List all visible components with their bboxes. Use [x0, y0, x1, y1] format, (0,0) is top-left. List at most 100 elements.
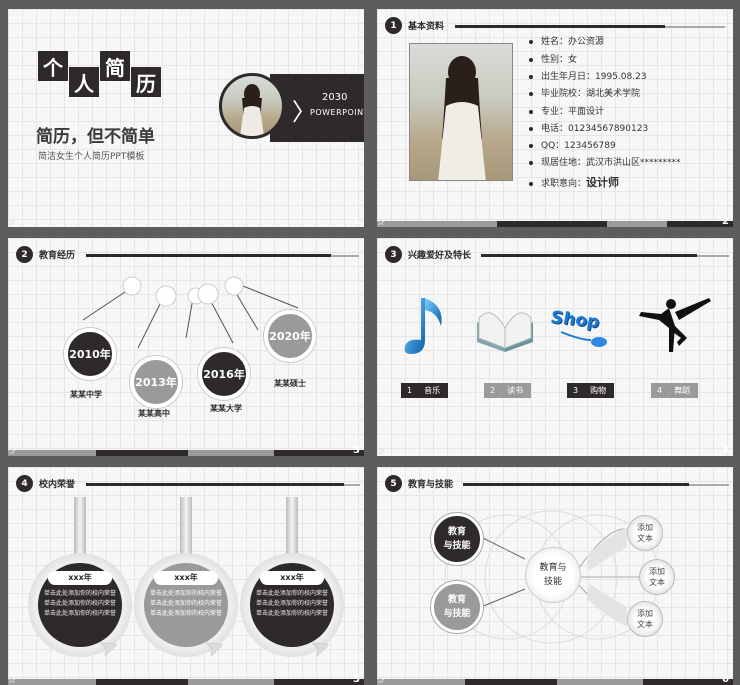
section-number: 1 — [385, 17, 402, 34]
award-text: 单击此处添加你的校内荣誉单击此处添加你的校内荣誉单击此处添加你的校内荣誉 — [256, 590, 329, 617]
title-char-2: 人 — [69, 67, 99, 97]
girl-photo-icon — [240, 84, 264, 136]
slide-number: 2 — [722, 216, 729, 227]
profile-photo — [409, 43, 513, 181]
slide-thumbnail-1[interactable]: 个 人 简 历 简历，但不简单 简洁女生个人简历PPT模板 〉 2030 POW… — [8, 9, 364, 227]
info-job: 求职意向：设计师 — [529, 174, 619, 190]
star-icon[interactable]: ✰ — [8, 676, 16, 685]
star-icon[interactable]: ✰ — [377, 676, 385, 685]
thumb-footer-5: ✰ 5 — [8, 669, 364, 685]
slide-number: 1 — [353, 216, 360, 227]
slide-number: 5 — [353, 674, 360, 685]
star-icon[interactable]: ✰ — [8, 447, 16, 457]
star-icon[interactable]: ✰ — [8, 218, 16, 228]
music-note-icon — [404, 298, 442, 354]
bullet-icon — [529, 181, 533, 186]
hobby-dance-label: 4 舞蹈 — [651, 383, 698, 398]
year-pill: xxx年 — [260, 571, 324, 585]
thumb-footer-4: ✰ 4 — [377, 440, 733, 462]
subtitle: 简历，但不简单 — [36, 127, 155, 147]
school-label: 某某中学 — [70, 390, 102, 399]
info-major: 专业：平面设计 — [529, 104, 604, 117]
bullet-icon — [529, 57, 533, 62]
section-number: 3 — [385, 246, 402, 263]
section-number: 4 — [16, 475, 33, 492]
award-card-2: xxx年 单击此处添加你的校内荣誉单击此处添加你的校内荣誉单击此处添加你的校内荣… — [134, 497, 238, 677]
year-pill: xxx年 — [154, 571, 218, 585]
star-icon[interactable]: ✰ — [377, 218, 385, 228]
hobby-shopping-label: 3 购物 — [567, 383, 614, 398]
title-char-1: 个 — [38, 51, 68, 81]
slide-number: 4 — [722, 445, 729, 456]
profile-photo — [219, 73, 285, 139]
star-icon[interactable]: ✰ — [377, 447, 385, 457]
year-circle-2013: 2013年 — [130, 356, 182, 408]
skill-center-node: 教育与 技能 — [525, 547, 581, 603]
thumb-footer-2: ✰ 2 — [377, 211, 733, 233]
section-line-light — [697, 255, 729, 257]
skill-text-node-1: 添加 文本 — [627, 515, 663, 551]
slide-number: 3 — [353, 445, 360, 456]
section-line-light — [344, 484, 360, 486]
title-char-4: 历 — [131, 67, 161, 97]
hobby-music-label: 1 音乐 — [401, 383, 448, 398]
thumb-footer-3: ✰ 3 — [8, 440, 364, 462]
skill-text-node-2: 添加 文本 — [639, 559, 675, 595]
skill-node-education-1: 教育 与技能 — [431, 513, 483, 565]
award-card-3: xxx年 单击此处添加你的校内荣誉单击此处添加你的校内荣誉单击此处添加你的校内荣… — [240, 497, 344, 677]
title-char-3: 简 — [100, 51, 130, 81]
book-icon — [477, 312, 533, 352]
bullet-icon — [529, 160, 533, 165]
year-circle-2020: 2020年 — [264, 310, 316, 362]
bullet-icon — [529, 126, 533, 131]
section-line — [86, 483, 344, 486]
card-stem — [286, 497, 298, 557]
year-pill: xxx年 — [48, 571, 112, 585]
year-circle-2016: 2016年 — [198, 348, 250, 400]
section-title: 基本资料 — [408, 22, 445, 32]
school-label: 某某硕士 — [274, 379, 306, 388]
section-line — [455, 25, 665, 28]
badge-text: POWERPOINT — [310, 108, 364, 117]
school-label: 某某大学 — [210, 404, 242, 413]
card-stem — [74, 497, 86, 557]
info-address: 现居住地：武汉市洪山区********* — [529, 155, 681, 168]
slide-thumbnail-4[interactable]: 3 兴趣爱好及特长 Shop 1 音乐 2 读书 3 购物 4 舞蹈 — [377, 238, 733, 456]
slide-thumbnail-3[interactable]: 2 教育经历 2010年 2013年 2016年 2020年 某某中学 某某高中… — [8, 238, 364, 456]
dancer-icon — [639, 298, 711, 352]
girl-photo-icon — [438, 56, 486, 180]
bullet-icon — [529, 39, 533, 44]
section-title: 兴趣爱好及特长 — [408, 251, 472, 261]
thumb-footer-1: ✰ 1 — [8, 211, 364, 233]
card-stem — [180, 497, 192, 557]
hobby-reading-label: 2 读书 — [484, 383, 531, 398]
skill-text-node-3: 添加 文本 — [627, 601, 663, 637]
skill-node-education-2: 教育 与技能 — [431, 581, 483, 633]
school-label: 某某高中 — [138, 409, 170, 418]
bullet-icon — [529, 91, 533, 96]
award-text: 单击此处添加你的校内荣誉单击此处添加你的校内荣誉单击此处添加你的校内荣誉 — [44, 590, 117, 617]
section-title: 校内荣誉 — [39, 480, 76, 490]
year-circle-2010: 2010年 — [64, 328, 116, 380]
info-school: 毕业院校：湖北美术学院 — [529, 86, 640, 99]
award-text: 单击此处添加你的校内荣誉单击此处添加你的校内荣誉单击此处添加你的校内荣誉 — [150, 590, 223, 617]
badge-year: 2030 — [322, 92, 348, 103]
slide-thumbnail-2[interactable]: 1 基本资料 姓名：办公资源 性别：女 出生年月日：1995.08.23 毕业院… — [377, 9, 733, 227]
description: 简洁女生个人简历PPT模板 — [38, 152, 145, 162]
section-line — [481, 254, 697, 257]
bullet-icon — [529, 74, 533, 79]
slide-number: 6 — [722, 674, 729, 685]
info-phone: 电话：01234567890123 — [529, 121, 648, 134]
info-gender: 性别：女 — [529, 52, 577, 65]
slide-thumbnail-5[interactable]: 4 校内荣誉 xxx年 单击此处添加你的校内荣誉单击此处添加你的校内荣誉单击此处… — [8, 467, 364, 685]
shop-mouse-icon: Shop — [551, 307, 621, 350]
slide-thumbnail-6[interactable]: 5 教育与技能 教育 与技能 教育 与技能 教育与 技能 添加 文本 添加 文本… — [377, 467, 733, 685]
thumb-footer-6: ✰ 6 — [377, 669, 733, 685]
award-card-1: xxx年 单击此处添加你的校内荣誉单击此处添加你的校内荣誉单击此处添加你的校内荣… — [28, 497, 132, 677]
info-qq: QQ：123456789 — [529, 138, 616, 151]
info-name: 姓名：办公资源 — [529, 34, 604, 47]
section-line-light — [665, 26, 725, 28]
bullet-icon — [529, 109, 533, 114]
bullet-icon — [529, 143, 533, 148]
info-birthday: 出生年月日：1995.08.23 — [529, 69, 647, 82]
